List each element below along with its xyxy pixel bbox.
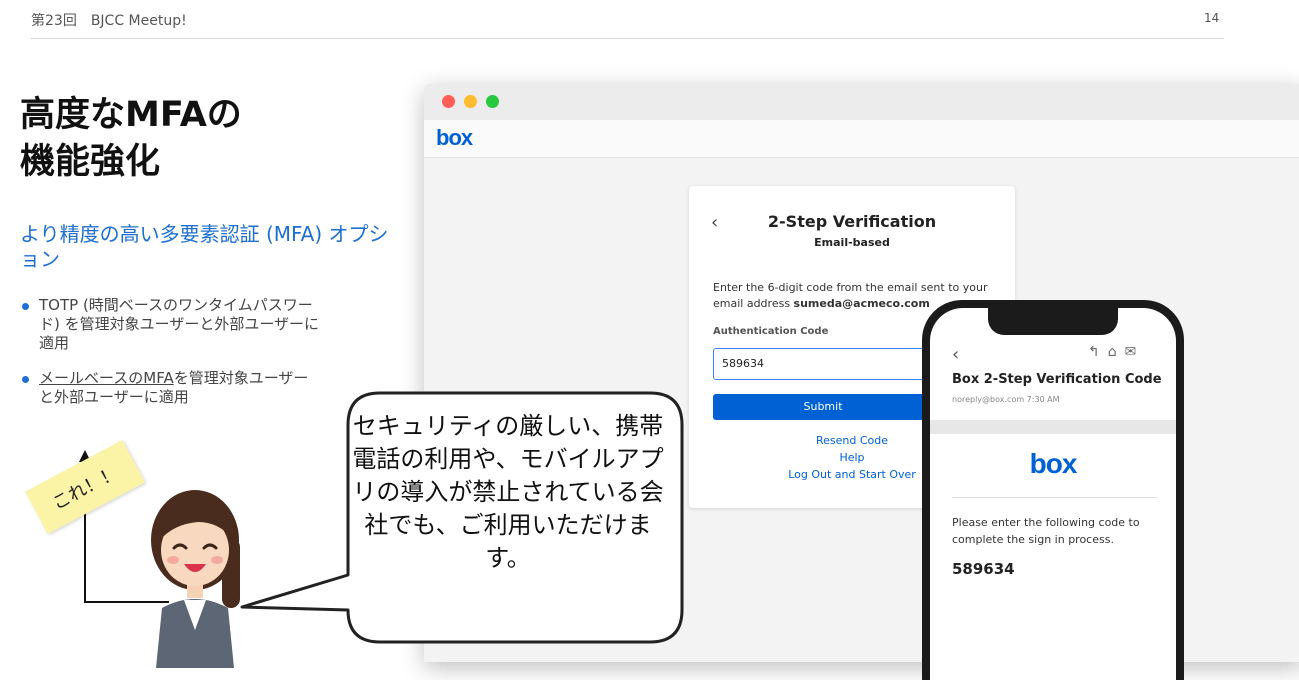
card-subtitle: Email-based xyxy=(814,236,890,249)
bullet-dot-icon xyxy=(22,376,29,383)
email-time: 7:30 AM xyxy=(1026,395,1060,404)
bullet-link-text: メールベースのMFA xyxy=(39,369,174,387)
bullet-item: TOTP (時間ベースのワンタイムパスワード) を管理対象ユーザーと外部ユーザー… xyxy=(22,296,322,353)
woman-character-illustration xyxy=(151,490,240,668)
authentication-code-input[interactable]: 589634 xyxy=(713,348,935,380)
sender-address: noreply@box.com xyxy=(952,395,1025,404)
email-address: sumeda@acmeco.com xyxy=(793,297,930,310)
trash-icon[interactable]: ⌂ xyxy=(1108,344,1125,360)
email-toolbar: ↰⌂✉ xyxy=(1088,344,1144,360)
close-dot-icon[interactable] xyxy=(442,95,455,108)
chevron-left-icon[interactable]: ‹ xyxy=(952,344,959,365)
subtitle: より精度の高い多要素認証 (MFA) オプション xyxy=(20,222,389,271)
email-sender: noreply@box.com 7:30 AM xyxy=(952,395,1060,404)
bullet-text: TOTP (時間ベースのワンタイムパスワード) を管理対象ユーザーと外部ユーザー… xyxy=(39,296,320,352)
code-label: Authentication Code xyxy=(713,326,829,337)
email-message: Please enter the following code to compl… xyxy=(952,516,1140,546)
box-logo[interactable]: box xyxy=(436,125,473,151)
email-code: 589634 xyxy=(952,560,1015,578)
phone-notch xyxy=(988,308,1118,335)
box-logo: box xyxy=(1029,448,1078,479)
mail-icon[interactable]: ✉ xyxy=(1125,344,1145,360)
card-title: 2-Step Verification xyxy=(767,212,937,231)
phone-screen: ‹ ↰⌂✉ Box 2-Step Verification Code norep… xyxy=(930,308,1176,680)
email-divider xyxy=(930,420,1176,434)
bullet-dot-icon xyxy=(22,303,29,310)
speech-bubble-text: セキュリティの厳しい、携帯電話の利用や、モバイルアプリの導入が禁止されている会社… xyxy=(352,412,664,572)
header-divider xyxy=(31,38,1224,39)
email-subject: Box 2-Step Verification Code xyxy=(952,372,1162,387)
slide-header-title: 第23回 BJCC Meetup! xyxy=(31,13,187,29)
app-navbar xyxy=(424,120,1299,158)
browser-titlebar xyxy=(424,84,1299,120)
maximize-dot-icon[interactable] xyxy=(486,95,499,108)
title-line-1: 高度なMFAの xyxy=(20,95,242,135)
submit-button[interactable]: Submit xyxy=(713,394,933,420)
phone-device: ‹ ↰⌂✉ Box 2-Step Verification Code norep… xyxy=(922,300,1184,680)
logo-divider xyxy=(952,497,1157,498)
page-number: 14 xyxy=(1204,11,1220,25)
title-line-2: 機能強化 xyxy=(20,142,161,182)
minimize-dot-icon[interactable] xyxy=(464,95,477,108)
reply-icon[interactable]: ↰ xyxy=(1088,344,1108,360)
page-title: 高度なMFAの 機能強化 xyxy=(20,92,340,186)
